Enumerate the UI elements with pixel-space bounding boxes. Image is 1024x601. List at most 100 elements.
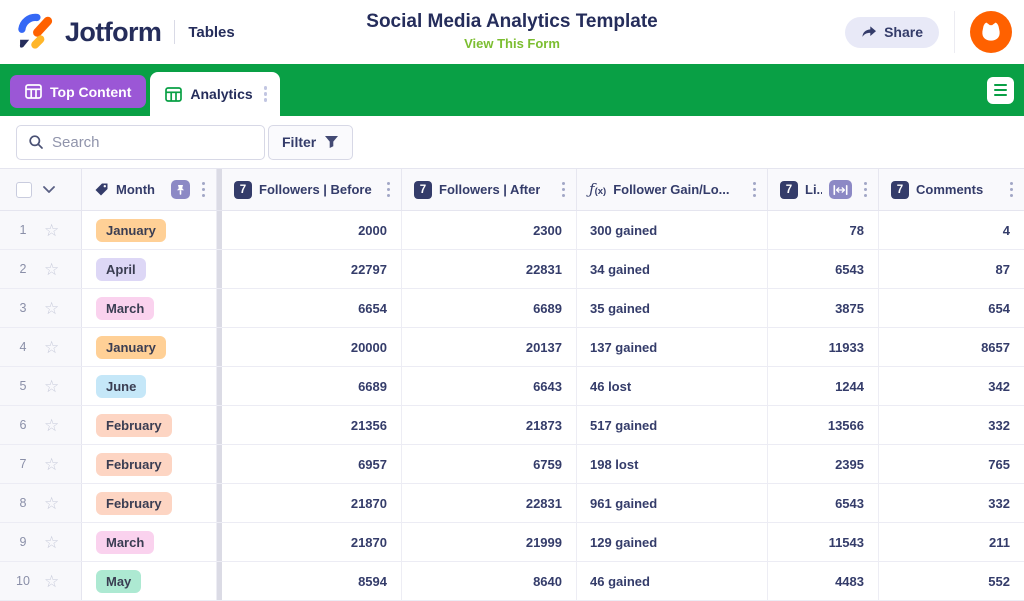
month-cell[interactable]: February (82, 445, 217, 483)
column-kebab-icon[interactable] (559, 178, 568, 201)
favorite-star-icon[interactable]: ☆ (44, 222, 59, 239)
month-pill[interactable]: March (96, 296, 155, 320)
followers-after-cell[interactable]: 20137 (402, 328, 577, 366)
expand-rows-chevron-icon[interactable] (43, 186, 55, 193)
followers-after-cell[interactable]: 21873 (402, 406, 577, 444)
month-cell[interactable]: February (82, 484, 217, 522)
likes-cell[interactable]: 1244 (768, 367, 879, 405)
likes-cell[interactable]: 11933 (768, 328, 879, 366)
likes-cell[interactable]: 4483 (768, 562, 879, 600)
tab-top-content[interactable]: Top Content (10, 75, 147, 108)
column-kebab-icon[interactable] (199, 178, 208, 201)
favorite-star-icon[interactable]: ☆ (44, 534, 59, 551)
comments-cell[interactable]: 342 (879, 367, 1024, 405)
follower-gain-cell[interactable]: 961 gained (577, 484, 768, 522)
likes-cell[interactable]: 13566 (768, 406, 879, 444)
followers-after-cell[interactable]: 8640 (402, 562, 577, 600)
followers-before-cell[interactable]: 6957 (222, 445, 402, 483)
month-cell[interactable]: March (82, 289, 217, 327)
month-pill[interactable]: March (96, 530, 155, 554)
month-pill[interactable]: February (96, 413, 172, 437)
favorite-star-icon[interactable]: ☆ (44, 378, 59, 395)
favorite-star-icon[interactable]: ☆ (44, 300, 59, 317)
followers-after-cell[interactable]: 22831 (402, 484, 577, 522)
follower-gain-cell[interactable]: 129 gained (577, 523, 768, 561)
follower-gain-cell[interactable]: 300 gained (577, 211, 768, 249)
pinned-column-badge[interactable] (170, 180, 190, 199)
column-header-likes[interactable]: 7 Li... (768, 169, 879, 210)
follower-gain-cell[interactable]: 34 gained (577, 250, 768, 288)
comments-cell[interactable]: 211 (879, 523, 1024, 561)
followers-after-cell[interactable]: 6759 (402, 445, 577, 483)
comments-cell[interactable]: 4 (879, 211, 1024, 249)
search-input[interactable] (52, 133, 253, 151)
column-kebab-icon[interactable] (750, 178, 759, 201)
followers-before-cell[interactable]: 21870 (222, 484, 402, 522)
comments-cell[interactable]: 332 (879, 484, 1024, 522)
comments-cell[interactable]: 332 (879, 406, 1024, 444)
column-resize-badge[interactable] (828, 180, 852, 199)
followers-after-cell[interactable]: 2300 (402, 211, 577, 249)
tab-analytics[interactable]: Analytics (150, 72, 281, 116)
follower-gain-cell[interactable]: 137 gained (577, 328, 768, 366)
follower-gain-cell[interactable]: 517 gained (577, 406, 768, 444)
sheet-list-menu-button[interactable] (987, 76, 1014, 104)
month-cell[interactable]: April (82, 250, 217, 288)
month-pill[interactable]: June (96, 374, 147, 398)
followers-before-cell[interactable]: 20000 (222, 328, 402, 366)
followers-before-cell[interactable]: 21870 (222, 523, 402, 561)
favorite-star-icon[interactable]: ☆ (44, 573, 59, 590)
month-pill[interactable]: January (96, 218, 166, 242)
comments-cell[interactable]: 8657 (879, 328, 1024, 366)
likes-cell[interactable]: 78 (768, 211, 879, 249)
month-cell[interactable]: March (82, 523, 217, 561)
likes-cell[interactable]: 11543 (768, 523, 879, 561)
follower-gain-cell[interactable]: 35 gained (577, 289, 768, 327)
column-kebab-icon[interactable] (384, 178, 393, 201)
column-header-followers-after[interactable]: 7 Followers | After (402, 169, 577, 210)
column-header-comments[interactable]: 7 Comments (879, 169, 1024, 210)
followers-before-cell[interactable]: 21356 (222, 406, 402, 444)
follower-gain-cell[interactable]: 198 lost (577, 445, 768, 483)
column-header-follower-gain[interactable]: ƒ(x) Follower Gain/Lo... (577, 169, 768, 210)
column-header-month[interactable]: Month (82, 169, 217, 210)
user-avatar[interactable] (970, 11, 1012, 53)
month-pill[interactable]: May (96, 569, 142, 593)
select-all-checkbox[interactable] (16, 181, 32, 198)
tab-kebab-icon[interactable] (261, 82, 270, 105)
followers-before-cell[interactable]: 6654 (222, 289, 402, 327)
followers-before-cell[interactable]: 2000 (222, 211, 402, 249)
follower-gain-cell[interactable]: 46 gained (577, 562, 768, 600)
month-pill[interactable]: January (96, 335, 166, 359)
month-cell[interactable]: January (82, 211, 217, 249)
month-cell[interactable]: February (82, 406, 217, 444)
followers-before-cell[interactable]: 6689 (222, 367, 402, 405)
likes-cell[interactable]: 2395 (768, 445, 879, 483)
comments-cell[interactable]: 552 (879, 562, 1024, 600)
filter-button[interactable]: Filter (268, 124, 354, 160)
follower-gain-cell[interactable]: 46 lost (577, 367, 768, 405)
month-cell[interactable]: January (82, 328, 217, 366)
column-kebab-icon[interactable] (861, 178, 870, 201)
followers-after-cell[interactable]: 21999 (402, 523, 577, 561)
comments-cell[interactable]: 765 (879, 445, 1024, 483)
favorite-star-icon[interactable]: ☆ (44, 261, 59, 278)
likes-cell[interactable]: 6543 (768, 250, 879, 288)
month-pill[interactable]: April (96, 257, 146, 281)
favorite-star-icon[interactable]: ☆ (44, 456, 59, 473)
share-button[interactable]: Share (845, 16, 939, 48)
favorite-star-icon[interactable]: ☆ (44, 495, 59, 512)
brand-area[interactable]: Jotform Tables (0, 12, 235, 52)
likes-cell[interactable]: 6543 (768, 484, 879, 522)
favorite-star-icon[interactable]: ☆ (44, 417, 59, 434)
month-cell[interactable]: May (82, 562, 217, 600)
followers-before-cell[interactable]: 22797 (222, 250, 402, 288)
column-header-followers-before[interactable]: 7 Followers | Before (222, 169, 402, 210)
followers-before-cell[interactable]: 8594 (222, 562, 402, 600)
followers-after-cell[interactable]: 22831 (402, 250, 577, 288)
month-cell[interactable]: June (82, 367, 217, 405)
view-this-form-link[interactable]: View This Form (464, 36, 560, 52)
likes-cell[interactable]: 3875 (768, 289, 879, 327)
followers-after-cell[interactable]: 6643 (402, 367, 577, 405)
favorite-star-icon[interactable]: ☆ (44, 339, 59, 356)
